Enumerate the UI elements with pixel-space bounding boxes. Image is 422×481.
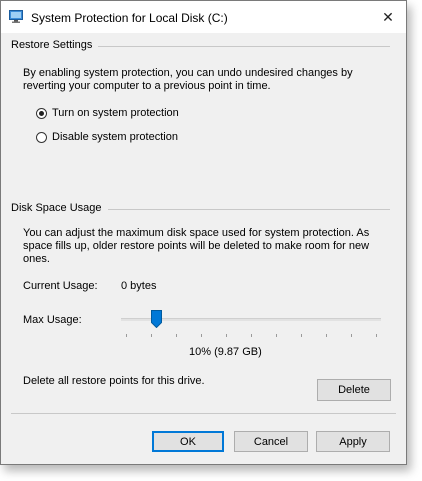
slider-tick xyxy=(301,334,302,337)
slider-tick xyxy=(251,334,252,337)
current-usage-value: 0 bytes xyxy=(121,280,157,292)
ok-button[interactable]: OK xyxy=(152,431,224,452)
cancel-button[interactable]: Cancel xyxy=(234,431,308,452)
max-usage-readout: 10% (9.87 GB) xyxy=(189,346,262,358)
close-icon: ✕ xyxy=(382,8,394,25)
slider-tick xyxy=(126,334,127,337)
slider-tick xyxy=(226,334,227,337)
delete-restore-points-text: Delete all restore points for this drive… xyxy=(23,375,205,387)
title-bar: System Protection for Local Disk (C:) ✕ xyxy=(1,1,406,33)
window-frame: System Protection for Local Disk (C:) ✕ … xyxy=(0,0,422,481)
disk-space-description: You can adjust the maximum disk space us… xyxy=(23,227,370,265)
disable-protection-radio[interactable] xyxy=(36,131,47,143)
close-button[interactable]: ✕ xyxy=(376,7,400,27)
delete-button[interactable]: Delete xyxy=(317,379,391,401)
max-usage-label: Max Usage: xyxy=(23,314,82,326)
disk-space-heading: Disk Space Usage xyxy=(11,202,108,214)
footer-separator xyxy=(11,413,396,414)
slider-tick xyxy=(201,334,202,337)
slider-tick xyxy=(151,334,152,337)
disable-protection-label: Disable system protection xyxy=(52,131,178,143)
slider-tick xyxy=(276,334,277,337)
slider-tick xyxy=(176,334,177,337)
current-usage-label: Current Usage: xyxy=(23,280,98,292)
restore-settings-description: By enabling system protection, you can u… xyxy=(23,67,353,92)
slider-tick xyxy=(326,334,327,337)
turn-on-protection-option[interactable]: Turn on system protection xyxy=(36,107,179,119)
slider-tick xyxy=(376,334,377,337)
disable-protection-option[interactable]: Disable system protection xyxy=(36,131,178,143)
system-protection-icon xyxy=(9,10,23,23)
turn-on-protection-label: Turn on system protection xyxy=(52,107,179,119)
slider-tick xyxy=(351,334,352,337)
window-title: System Protection for Local Disk (C:) xyxy=(31,11,228,25)
restore-settings-heading: Restore Settings xyxy=(11,39,99,51)
max-usage-slider-thumb[interactable] xyxy=(151,310,162,328)
apply-button[interactable]: Apply xyxy=(316,431,390,452)
system-protection-dialog: System Protection for Local Disk (C:) ✕ … xyxy=(0,0,407,465)
turn-on-protection-radio[interactable] xyxy=(36,107,47,119)
